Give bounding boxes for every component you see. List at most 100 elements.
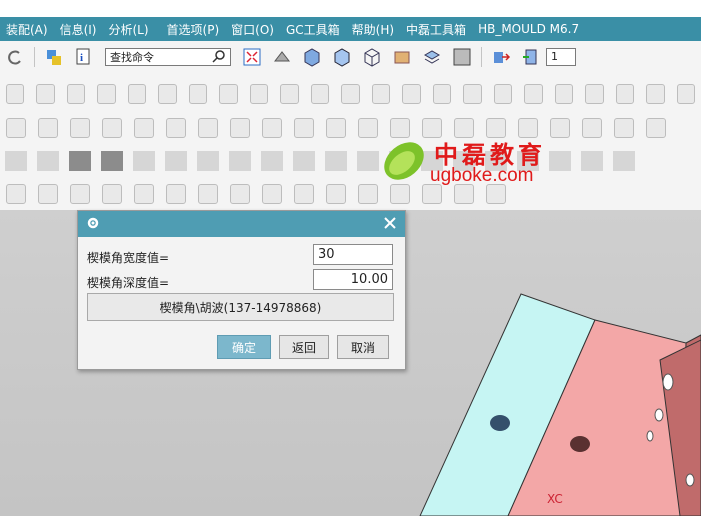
ellipse-icon[interactable] (102, 118, 122, 138)
background-color-icon[interactable] (452, 47, 472, 67)
color-swatch-10[interactable] (293, 151, 315, 171)
section-view-icon[interactable] (392, 47, 412, 67)
color-swatch-12[interactable] (357, 151, 379, 171)
mid-point-icon[interactable] (262, 184, 282, 204)
assembly-constraint-icon[interactable] (521, 47, 541, 67)
menu-gc-toolbox[interactable]: GC工具箱 (280, 21, 346, 38)
toolbar-separator (481, 47, 482, 67)
color-swatch-3[interactable] (69, 151, 91, 171)
shell-icon[interactable] (127, 84, 147, 104)
swept-icon[interactable] (66, 84, 86, 104)
color-swatch-9[interactable] (261, 151, 283, 171)
color-swatch-4[interactable] (101, 151, 123, 171)
subtract-icon[interactable] (310, 84, 330, 104)
command-search-input[interactable]: 查找命令 (105, 48, 231, 66)
menu-window[interactable]: 窗口(O) (225, 21, 280, 38)
undo-icon[interactable] (5, 47, 25, 67)
search-icon[interactable] (212, 49, 226, 66)
extend-curve-icon[interactable] (262, 118, 282, 138)
fillet-curve-icon[interactable] (166, 118, 186, 138)
menu-hb-mould[interactable]: HB_MOULD M6.7 (472, 22, 585, 36)
menu-help[interactable]: 帮助(H) (346, 21, 400, 38)
hexagon-icon[interactable] (38, 118, 58, 138)
fit-view-icon[interactable] (242, 47, 262, 67)
component-select-icon[interactable] (198, 184, 218, 204)
info-icon[interactable]: i (74, 47, 94, 67)
shaded-cube-icon[interactable] (302, 47, 322, 67)
cube-edges-icon[interactable] (332, 47, 352, 67)
replace-face-icon[interactable] (493, 84, 513, 104)
project-curve-icon[interactable] (358, 118, 378, 138)
toolbar-separator (34, 47, 35, 67)
body-select-icon[interactable] (166, 184, 186, 204)
color-swatch-5[interactable] (133, 151, 155, 171)
intersection-point-icon[interactable] (326, 184, 346, 204)
blend-icon[interactable] (463, 84, 482, 104)
menu-analysis[interactable]: 分析(L) (102, 21, 154, 38)
end-point-icon[interactable] (230, 184, 250, 204)
pattern-feature-icon[interactable] (6, 84, 25, 104)
orient-view-icon[interactable] (272, 47, 292, 67)
wedge-depth-input[interactable]: 10.00 (313, 269, 393, 290)
pull-face-icon[interactable] (585, 84, 604, 104)
color-swatch-19[interactable] (581, 151, 603, 171)
studio-spline-icon[interactable] (70, 118, 90, 138)
point-constructor-icon[interactable] (38, 184, 58, 204)
curve-point-icon[interactable] (358, 184, 378, 204)
sketch-rect-icon[interactable] (676, 84, 696, 104)
chamfer-icon[interactable] (432, 84, 452, 104)
unite-icon[interactable] (341, 84, 360, 104)
color-swatch-8[interactable] (229, 151, 251, 171)
color-swatch-11[interactable] (325, 151, 347, 171)
wireframe-cube-icon[interactable] (362, 47, 382, 67)
rectangle-select-icon[interactable] (134, 184, 154, 204)
ok-button[interactable]: 确定 (217, 335, 271, 359)
extrude-icon[interactable] (188, 84, 208, 104)
trim-curve-icon[interactable] (294, 118, 314, 138)
mesh-icon[interactable] (36, 84, 55, 104)
helix-icon[interactable] (646, 118, 666, 138)
delete-face-icon[interactable] (524, 84, 543, 104)
menu-zhonglei-toolbox[interactable]: 中磊工具箱 (400, 21, 472, 38)
author-info-button[interactable]: 楔模角\胡波(137-14978868) (87, 293, 394, 321)
arc-center-icon[interactable] (70, 184, 90, 204)
offset-region-icon[interactable] (615, 84, 635, 104)
color-swatch-1[interactable] (5, 151, 27, 171)
move-face-icon[interactable] (554, 84, 574, 104)
selection-count-field[interactable]: 1 (546, 48, 576, 66)
cancel-button[interactable]: 取消 (337, 335, 389, 359)
snap-point-icon[interactable] (6, 184, 26, 204)
title-strip (0, 0, 701, 17)
polygon-icon[interactable] (6, 118, 26, 138)
assembly-load-icon[interactable] (44, 47, 64, 67)
point-icon[interactable] (134, 118, 154, 138)
axis-label: XC (547, 492, 563, 506)
text-curve-icon[interactable] (614, 118, 634, 138)
control-point-icon[interactable] (294, 184, 314, 204)
divide-curve-icon[interactable] (326, 118, 346, 138)
menu-preferences[interactable]: 首选项(P) (161, 21, 226, 38)
resize-face-icon[interactable] (646, 84, 665, 104)
color-swatch-7[interactable] (197, 151, 219, 171)
trim-body-icon[interactable] (371, 84, 391, 104)
layer-icon[interactable] (422, 47, 442, 67)
color-swatch-20[interactable] (613, 151, 635, 171)
emboss-icon[interactable] (219, 84, 238, 104)
close-icon[interactable] (383, 216, 397, 233)
offset-curve-icon[interactable] (198, 118, 218, 138)
block-icon[interactable] (158, 84, 177, 104)
menu-assembly[interactable]: 装配(A) (0, 21, 54, 38)
back-button[interactable]: 返回 (279, 335, 329, 359)
wedge-width-input[interactable]: 30 (313, 244, 393, 265)
offset-face-icon[interactable] (280, 84, 299, 104)
color-swatch-6[interactable] (165, 151, 187, 171)
move-component-icon[interactable] (491, 47, 511, 67)
draft-icon[interactable] (402, 84, 421, 104)
chain-curve-icon[interactable] (582, 118, 602, 138)
menu-info[interactable]: 信息(I) (54, 21, 103, 38)
cylinder-icon[interactable] (97, 84, 116, 104)
color-swatch-2[interactable] (37, 151, 59, 171)
bridge-curve-icon[interactable] (230, 118, 250, 138)
array-icon[interactable] (249, 84, 269, 104)
quadrant-point-icon[interactable] (102, 184, 122, 204)
